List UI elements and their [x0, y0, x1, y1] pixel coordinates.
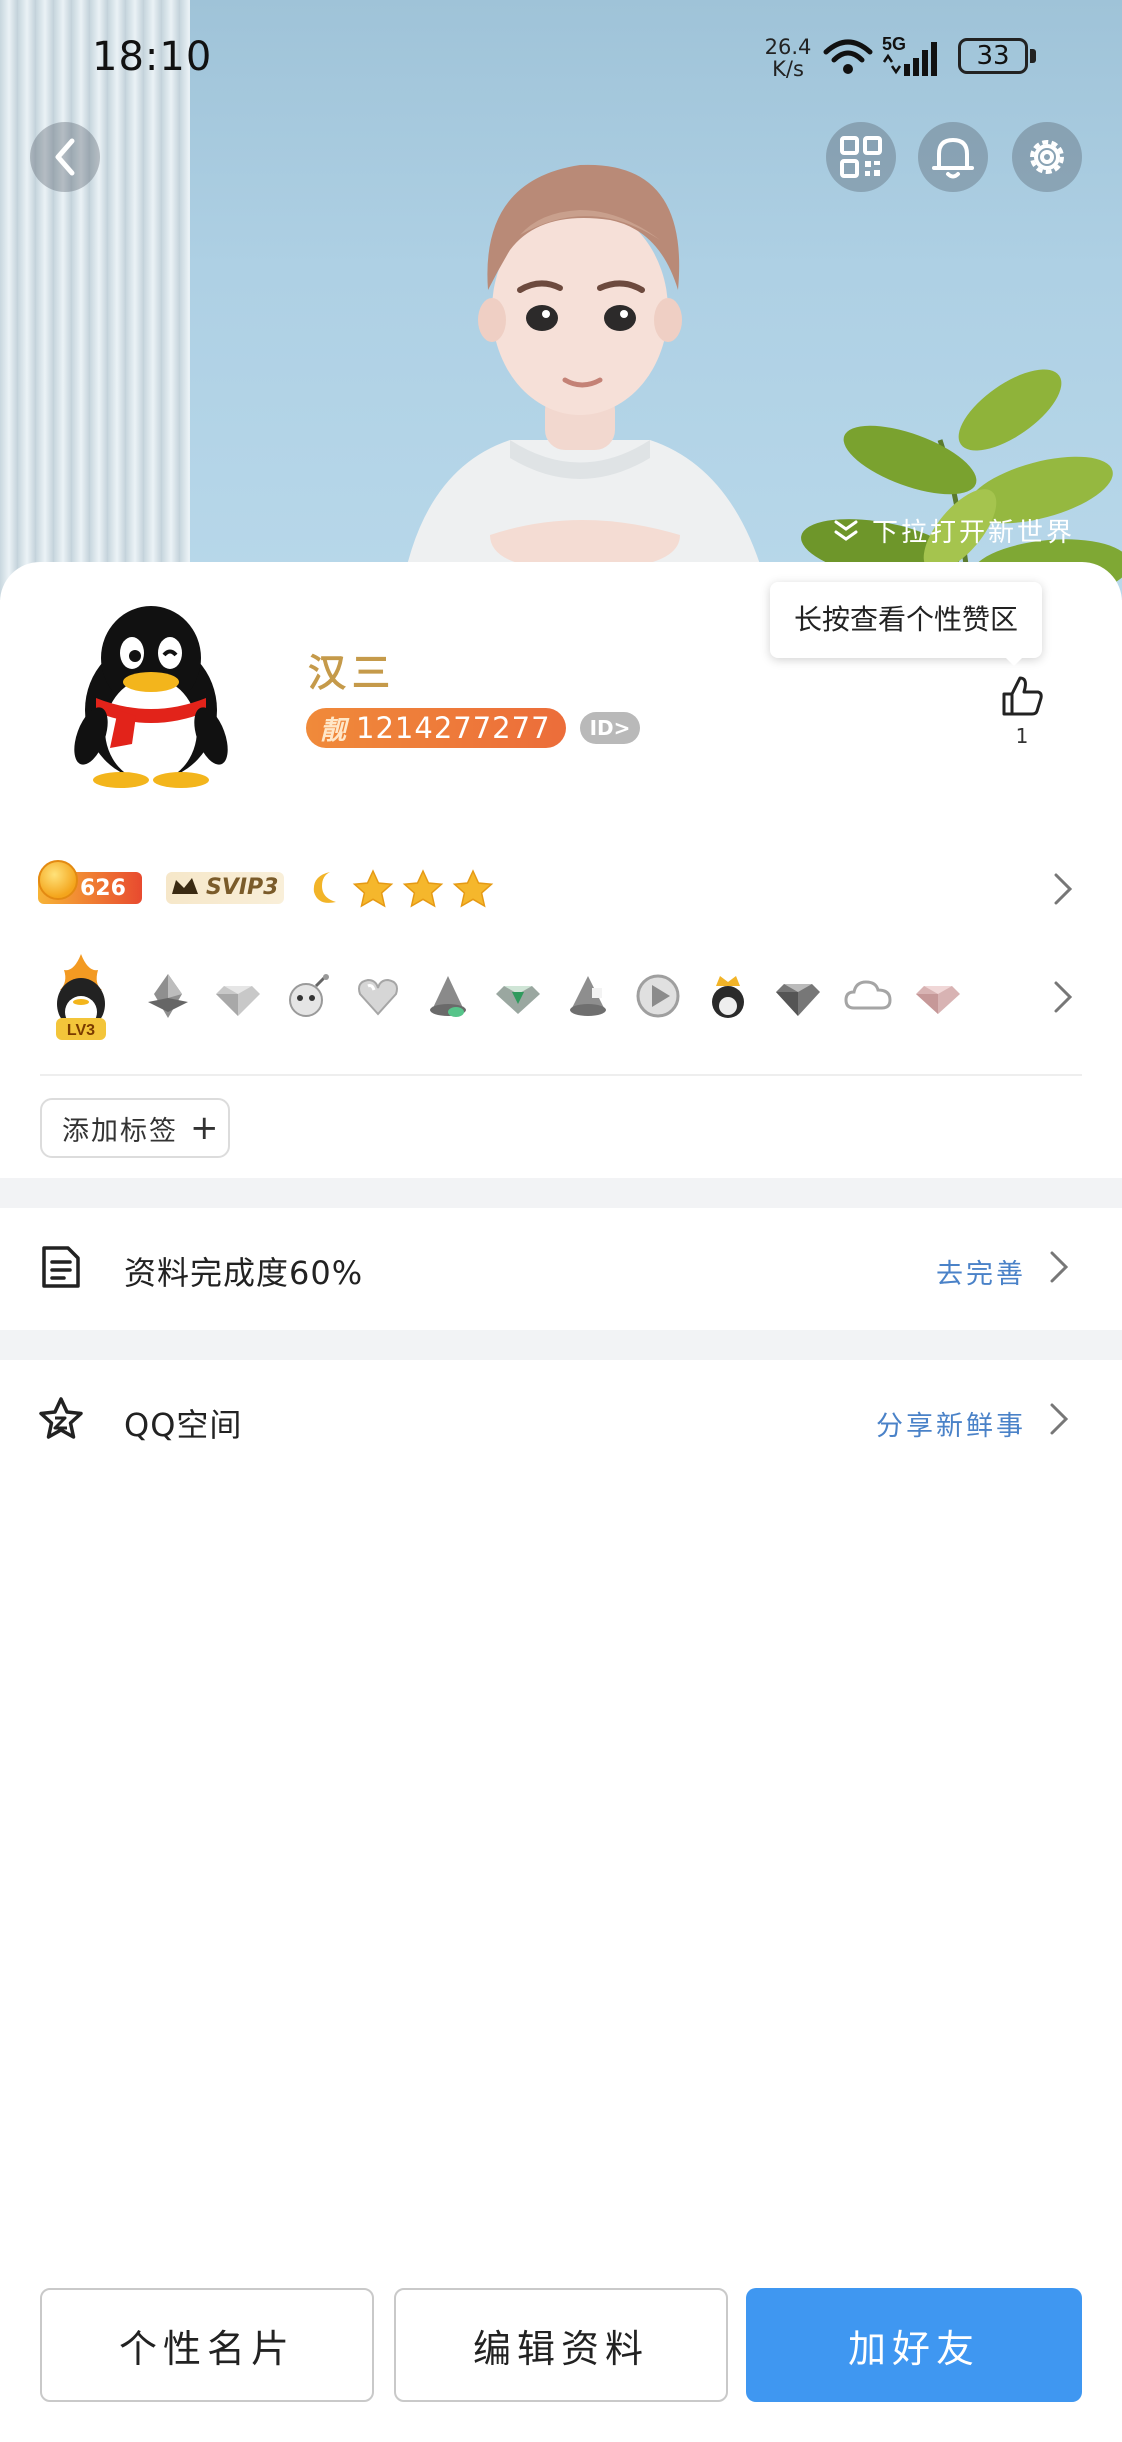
diamond-icon	[216, 986, 260, 1016]
star-icon	[402, 869, 444, 908]
qq-penguin-avatar[interactable]	[66, 598, 236, 788]
coin-icon	[38, 860, 78, 900]
silver-gem-icon	[776, 984, 820, 1016]
network-speed-unit: K/s	[772, 57, 804, 81]
vip-row[interactable]: 626 SVIP3	[38, 860, 1078, 916]
thumbs-up-icon[interactable]	[1000, 674, 1044, 718]
star-icon	[352, 869, 394, 908]
tooltip-arrow	[1004, 656, 1024, 666]
star-icon	[452, 869, 494, 908]
add-tag-button[interactable]: 添加标签 +	[40, 1098, 230, 1158]
nickname: 汉三	[308, 651, 397, 695]
penguin-gem-icon	[430, 976, 466, 1017]
chevron-right-icon	[1054, 981, 1073, 1013]
badge-row[interactable]: LV3	[38, 954, 1078, 1044]
settings-button[interactable]	[1012, 122, 1082, 192]
level-badge-icon: LV3	[56, 954, 106, 1040]
level-label: LV3	[67, 1022, 95, 1039]
moon-icon	[313, 872, 336, 903]
profile-card: 汉三 靓 1214277277 ID> 长按查看个性赞区 1 626 SVIP3	[0, 562, 1122, 2442]
qzone-label: QQ空间	[124, 1406, 243, 1444]
rocket-gem-icon	[148, 974, 188, 1018]
pull-down-hint-text: 下拉打开新世界	[872, 518, 1076, 548]
green-diamond-icon	[496, 986, 540, 1014]
like-count: 1	[1015, 724, 1029, 748]
complete-profile-link[interactable]: 去完善	[936, 1252, 1026, 1291]
network-speed-value: 26.4	[764, 35, 812, 59]
avatar-3d-image	[400, 164, 770, 600]
qq-number-badge[interactable]: 靓 1214277277	[306, 708, 566, 748]
qzone-row[interactable]: QQ空间 分享新鲜事	[0, 1360, 1122, 1478]
signal-icon: 5G	[882, 34, 937, 76]
pull-down-hint[interactable]: 下拉打开新世界	[832, 512, 1075, 549]
status-time: 18:10	[92, 34, 213, 80]
heart-gem-icon	[358, 978, 398, 1016]
document-icon	[42, 1246, 80, 1288]
bell-icon	[932, 138, 974, 179]
coin-count: 626	[80, 875, 126, 901]
chevron-right-icon	[1054, 873, 1073, 905]
profile-banner[interactable]: 18:10 26.4 K/s 5G 33 下拉打开新世界	[0, 0, 1122, 600]
back-button[interactable]	[30, 122, 100, 192]
profile-completeness-row[interactable]: 资料完成度60% 去完善	[0, 1208, 1122, 1326]
bomb-face-icon	[289, 974, 329, 1017]
play-button-icon	[636, 974, 680, 1018]
qzone-star-icon	[39, 1397, 83, 1439]
battery-level: 33	[958, 38, 1028, 74]
notification-button[interactable]	[918, 122, 988, 192]
pink-diamond-icon	[916, 986, 960, 1014]
penguin-hat-icon	[570, 976, 606, 1016]
qq-number: 1214277277	[356, 711, 551, 745]
personal-card-button[interactable]: 个性名片	[40, 2288, 374, 2402]
penguin-crown-icon	[712, 976, 744, 1018]
id-badge[interactable]: ID>	[580, 712, 640, 744]
gear-icon	[1030, 140, 1064, 174]
edit-profile-button[interactable]: 编辑资料	[394, 2288, 728, 2402]
like-zone-tooltip: 长按查看个性赞区	[770, 582, 1042, 658]
network-speed: 26.4 K/s	[764, 36, 812, 80]
qr-code-icon	[840, 136, 882, 178]
chevron-right-icon	[1050, 1403, 1069, 1435]
battery-icon: 33	[958, 38, 1036, 74]
plus-icon: +	[190, 1108, 221, 1148]
section-gap	[0, 1330, 1122, 1360]
chevron-right-icon	[1050, 1251, 1069, 1283]
wifi-icon	[823, 39, 873, 74]
section-gap	[0, 1178, 1122, 1208]
divider	[40, 1074, 1082, 1076]
liang-number-label: 靓	[320, 715, 347, 746]
add-tag-label: 添加标签	[62, 1115, 178, 1147]
back-arrow-icon	[55, 138, 75, 176]
qr-code-button[interactable]	[826, 122, 896, 192]
bottom-action-bar: 个性名片 编辑资料 加好友	[0, 2288, 1122, 2404]
signal-5g-label: 5G	[882, 34, 906, 54]
crown-icon	[172, 878, 198, 894]
status-bar: 18:10 26.4 K/s 5G 33	[0, 0, 1122, 110]
add-friend-button[interactable]: 加好友	[746, 2288, 1082, 2402]
double-chevron-down-icon	[834, 520, 858, 541]
cloud-icon	[844, 980, 892, 1010]
profile-completeness-label: 资料完成度60%	[124, 1254, 364, 1292]
share-news-link[interactable]: 分享新鲜事	[876, 1404, 1026, 1443]
